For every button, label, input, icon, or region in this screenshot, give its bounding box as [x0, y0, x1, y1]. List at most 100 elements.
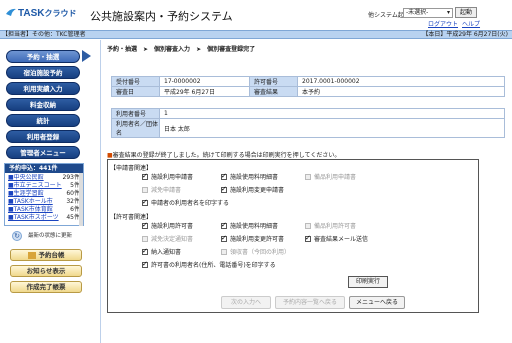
sidebar: 予約・抽選 宿泊施設予約 利用実績入力 料金収納 統計 利用者登録 管理者メニュ… — [0, 40, 98, 343]
user-name-value: 日本 太郎 — [159, 118, 505, 138]
main-content: 予約・抽選 ➤ 個別審査入力 ➤ 個別審査登録完了 受付番号 17-0000002 許可… — [100, 40, 512, 343]
queue-item[interactable]: ■TASK市体育館 6件 — [6, 206, 82, 214]
ledger-icon — [27, 251, 36, 259]
queue-scrollbar[interactable] — [79, 173, 83, 226]
completed-forms-button[interactable]: 作成完了帳票 — [10, 281, 82, 293]
checkbox-print-applicant-name[interactable]: 申請者の利用者名を印字する — [142, 198, 229, 208]
permit-no-value: 2017.0001-000002 — [297, 76, 505, 87]
back-to-reservation-list-button[interactable]: 予約内容一覧へ戻る — [275, 296, 345, 309]
checkbox-label: 施設使用料明細書 — [230, 223, 279, 230]
checkbox-reduction-notice: 減免決定通知書 — [142, 235, 193, 244]
nav-user-registration[interactable]: 利用者登録 — [6, 130, 80, 143]
checkbox-box[interactable] — [142, 221, 148, 229]
checkbox-change-permit[interactable]: 施設利用変更許可書 — [221, 234, 284, 244]
app-header: TASKクラウド 公共施設案内・予約システム 他システム起動： -未選択- 起動… — [0, 0, 512, 30]
checkbox-box[interactable] — [221, 221, 227, 229]
nav-fee-collection[interactable]: 料金収納 — [6, 98, 80, 111]
checkbox-label: 納入通知書 — [151, 249, 182, 256]
logo-text: TASK — [18, 8, 45, 19]
system-select[interactable]: -未選択- — [403, 8, 453, 18]
help-link[interactable]: ヘルプ — [462, 19, 480, 28]
print-execute-button[interactable]: 印刷実行 — [348, 276, 388, 288]
breadcrumb: 予約・抽選 ➤ 個別審査入力 ➤ 個別審査登録完了 — [107, 44, 255, 53]
checkbox-label: 施設利用許可書 — [151, 223, 194, 230]
checkbox-box[interactable] — [142, 247, 148, 255]
queue-item-name[interactable]: ■中央公民館 — [8, 174, 44, 182]
checkbox-facility-permit[interactable]: 施設利用許可書 — [142, 221, 194, 231]
accept-no-value: 17-0000002 — [159, 76, 250, 87]
checkbox-reduction-application: 減免申請書 — [142, 186, 181, 195]
checkbox-box[interactable] — [142, 172, 148, 180]
checkbox-label: 施設利用申請書 — [151, 174, 194, 181]
checkbox-payment-notice[interactable]: 納入通知書 — [142, 247, 182, 257]
queue-item-name[interactable]: ■TASK市体育館 — [8, 206, 53, 214]
system-title: 公共施設案内・予約システム — [90, 10, 233, 23]
refresh-button[interactable]: ↻ 最新の状態に更新 — [12, 230, 92, 242]
queue-item-name[interactable]: ■TASKホール市 — [8, 198, 53, 206]
checkbox-box — [221, 248, 227, 255]
queue-item[interactable]: ■中央公民館 293件 — [6, 174, 82, 182]
logo-subtext: クラウド — [44, 9, 77, 18]
nav-reservation-lottery[interactable]: 予約・抽選 — [6, 50, 80, 63]
review-date-value: 平成29年 6月27日 — [159, 86, 250, 97]
nav-lodging-reservation[interactable]: 宿泊施設予約 — [6, 66, 80, 79]
queue-item-name[interactable]: ■TASK市スポーツ — [8, 214, 59, 222]
operator-info: 【担当者】その他：TKC管理者 — [2, 31, 86, 38]
bird-logo-icon — [6, 8, 16, 16]
checkbox-permit-fee-statement[interactable]: 施設使用料明細書 — [221, 221, 279, 231]
print-options-box: 【申請書関連】 施設利用申請書 施設使用料明細書 備品利用申請書 減免申請書 施… — [107, 159, 479, 313]
checkbox-box[interactable] — [142, 198, 148, 206]
checkbox-fee-statement[interactable]: 施設使用料明細書 — [221, 172, 278, 182]
queue-item[interactable]: ■市立テニスコート 5件 — [6, 182, 82, 190]
checkbox-print-permit-user-name[interactable]: 許可書の利用者名(住所、電話番号)を印字する — [142, 260, 276, 270]
queue-title: 予約申込：441件 — [5, 164, 83, 173]
checkbox-box[interactable] — [221, 172, 227, 180]
checkbox-box[interactable] — [305, 234, 311, 242]
checkbox-equipment-application: 備品利用申請書 — [305, 173, 357, 182]
reservation-queue-panel: 予約申込：441件 ■中央公民館 293件 ■市立テニスコート 5件 ■生涯学習館 6… — [4, 163, 84, 226]
breadcrumb-item: 予約・抽選 — [107, 46, 138, 53]
queue-item[interactable]: ■TASK市スポーツ 45件 — [6, 214, 82, 222]
reservation-ledger-label: 予約台帳 — [38, 251, 65, 259]
queue-item[interactable]: ■生涯学習館 60件 — [6, 190, 82, 198]
user-no-label: 利用者番号 — [111, 108, 160, 119]
nav-usage-input[interactable]: 利用実績入力 — [6, 82, 80, 95]
completion-notice: ■審査結果の登録が終了しました。続けて印刷する場合は印刷実行を押してください。 — [107, 150, 340, 159]
queue-item[interactable]: ■TASKホール市 32件 — [6, 198, 82, 206]
queue-list: ■中央公民館 293件 ■市立テニスコート 5件 ■生涯学習館 60件 ■TASKホー… — [6, 174, 82, 226]
checkbox-facility-application[interactable]: 施設利用申請書 — [142, 172, 194, 182]
checkbox-send-result-mail[interactable]: 審査結果メール送信 — [305, 234, 369, 244]
checkbox-label: 許可書の利用者名(住所、電話番号)を印字する — [151, 262, 276, 269]
checkbox-box[interactable] — [221, 234, 227, 242]
checkbox-box — [142, 235, 148, 242]
logout-link[interactable]: ログアウト — [428, 19, 458, 28]
checkbox-receipt: 領収書（今回の利用） — [221, 248, 291, 257]
checkbox-label: 審査結果メール送信 — [314, 236, 369, 243]
notice-display-button[interactable]: お知らせ表示 — [10, 265, 82, 277]
checkbox-box — [305, 222, 311, 229]
checkbox-label: 備品利用申請書 — [314, 174, 357, 181]
queue-item-count: 60件 — [66, 190, 80, 197]
checkbox-box[interactable] — [221, 185, 227, 193]
nav-admin-menu[interactable]: 管理者メニュー — [6, 146, 80, 159]
info-bar: 【担当者】その他：TKC管理者 【本日】平成29年 6月27日(火) — [0, 30, 512, 39]
queue-item-count: 293件 — [62, 174, 80, 181]
queue-item-name[interactable]: ■市立テニスコート — [8, 182, 62, 190]
checkbox-box — [142, 186, 148, 193]
permit-no-label: 許可番号 — [249, 76, 298, 87]
checkbox-box — [305, 173, 311, 180]
checkbox-change-application[interactable]: 施設利用変更申請書 — [221, 185, 284, 195]
reservation-ledger-button[interactable]: 予約台帳 — [10, 249, 82, 261]
refresh-icon: ↻ — [12, 230, 22, 241]
checkbox-equipment-permit: 備品利用許可書 — [305, 222, 356, 231]
queue-item-name[interactable]: ■生涯学習館 — [8, 190, 44, 198]
back-to-menu-button[interactable]: メニューへ戻る — [349, 296, 405, 309]
next-input-button[interactable]: 次の入力へ — [221, 296, 271, 309]
reservation-details-table: 受付番号 17-0000002 許可番号 2017.0001-000002 審査… — [111, 76, 505, 97]
active-nav-arrow-icon — [82, 50, 91, 62]
launch-button[interactable]: 起動 — [455, 7, 477, 18]
user-details-table: 利用者番号 1 利用者名／団体名 日本 太郎 — [111, 108, 505, 138]
checkbox-label: 領収書（今回の利用） — [230, 249, 291, 256]
checkbox-box[interactable] — [142, 260, 148, 268]
nav-statistics[interactable]: 統計 — [6, 114, 80, 127]
